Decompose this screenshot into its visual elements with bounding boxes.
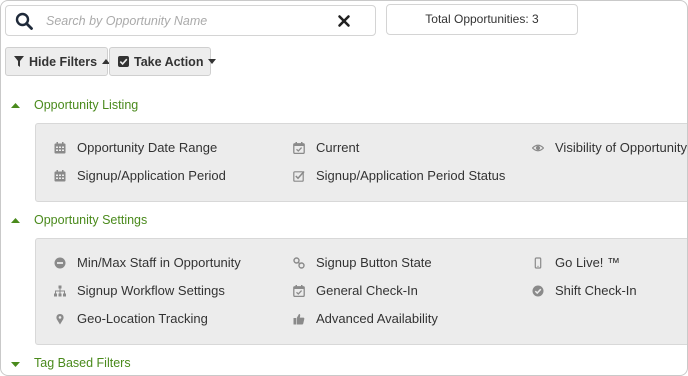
link-icon <box>293 257 305 269</box>
filter-item-min-max-staff[interactable]: Min/Max Staff in Opportunity <box>54 254 274 272</box>
section-header-opportunity-listing[interactable]: Opportunity Listing <box>1 97 201 115</box>
filter-item-signup-button-state[interactable]: Signup Button State <box>293 254 513 272</box>
filter-item-advanced-availability[interactable]: Advanced Availability <box>293 310 513 328</box>
filter-item-label: Go Live! ™ <box>555 255 621 270</box>
close-icon[interactable] <box>337 14 351 28</box>
app-window: Total Opportunities: 3 Hide Filters Take… <box>0 0 688 376</box>
caret-up-icon <box>11 103 20 108</box>
opportunity-settings-panel: Min/Max Staff in Opportunity Signup Butt… <box>35 238 687 345</box>
filter-item-signup-application-period[interactable]: Signup/Application Period <box>54 167 274 185</box>
filter-item-signup-application-period-status[interactable]: Signup/Application Period Status <box>293 167 523 185</box>
filter-item-label: Visibility of Opportunity <box>555 140 687 155</box>
filter-item-geo-location-tracking[interactable]: Geo-Location Tracking <box>54 310 274 328</box>
total-opportunities-badge: Total Opportunities: 3 <box>386 4 578 35</box>
opportunity-listing-panel: Opportunity Date Range Current Visibilit… <box>35 123 687 202</box>
map-marker-icon <box>56 313 64 325</box>
filter-item-label: Signup Button State <box>316 255 432 270</box>
filter-item-label: Geo-Location Tracking <box>77 311 208 326</box>
filter-item-label: Current <box>316 140 360 155</box>
section-title: Opportunity Settings <box>34 213 148 227</box>
section-title: Tag Based Filters <box>34 356 131 370</box>
caret-down-icon <box>11 362 20 367</box>
calendar-icon <box>54 170 66 182</box>
section-header-tag-based-filters[interactable]: Tag Based Filters <box>1 355 201 373</box>
mobile-icon <box>534 257 542 269</box>
minus-circle-icon <box>54 257 66 269</box>
filter-item-go-live[interactable]: Go Live! ™ <box>532 254 682 272</box>
search-box <box>5 5 376 36</box>
filter-item-label: Signup/Application Period Status <box>316 168 506 183</box>
calendar-check-icon <box>293 285 305 297</box>
hide-filters-label: Hide Filters <box>29 54 98 69</box>
calendar-check-icon <box>293 142 305 154</box>
check-circle-icon <box>532 285 544 297</box>
thumbs-up-icon <box>293 313 305 325</box>
section-header-opportunity-settings[interactable]: Opportunity Settings <box>1 212 201 230</box>
filter-item-general-check-in[interactable]: General Check-In <box>293 282 513 300</box>
filter-item-label: Min/Max Staff in Opportunity <box>77 255 241 270</box>
take-action-button[interactable]: Take Action <box>109 47 217 76</box>
caret-down-icon <box>208 59 217 64</box>
filter-item-visibility-of-opportunity[interactable]: Visibility of Opportunity <box>532 139 687 157</box>
filter-item-opportunity-date-range[interactable]: Opportunity Date Range <box>54 139 274 157</box>
checkbox-checked-icon <box>118 56 129 67</box>
calendar-icon <box>54 142 66 154</box>
filter-icon <box>14 56 24 67</box>
search-input[interactable] <box>46 10 326 32</box>
filter-item-label: Shift Check-In <box>555 283 637 298</box>
filter-item-label: Signup Workflow Settings <box>77 283 225 298</box>
filter-item-shift-check-in[interactable]: Shift Check-In <box>532 282 682 300</box>
filter-item-current[interactable]: Current <box>293 139 513 157</box>
filter-item-signup-workflow-settings[interactable]: Signup Workflow Settings <box>54 282 274 300</box>
filter-item-label: General Check-In <box>316 283 418 298</box>
search-icon[interactable] <box>15 12 33 30</box>
sitemap-icon <box>54 285 66 297</box>
section-title: Opportunity Listing <box>34 98 139 112</box>
filter-item-label: Opportunity Date Range <box>77 140 218 155</box>
checkbox-icon <box>293 171 305 182</box>
hide-filters-button[interactable]: Hide Filters <box>5 47 111 76</box>
total-opportunities-label: Total Opportunities: 3 <box>425 12 539 26</box>
filter-item-label: Signup/Application Period <box>77 168 226 183</box>
eye-icon <box>532 144 544 152</box>
caret-up-icon <box>11 218 20 223</box>
filter-item-label: Advanced Availability <box>316 311 438 326</box>
take-action-label: Take Action <box>134 54 204 69</box>
